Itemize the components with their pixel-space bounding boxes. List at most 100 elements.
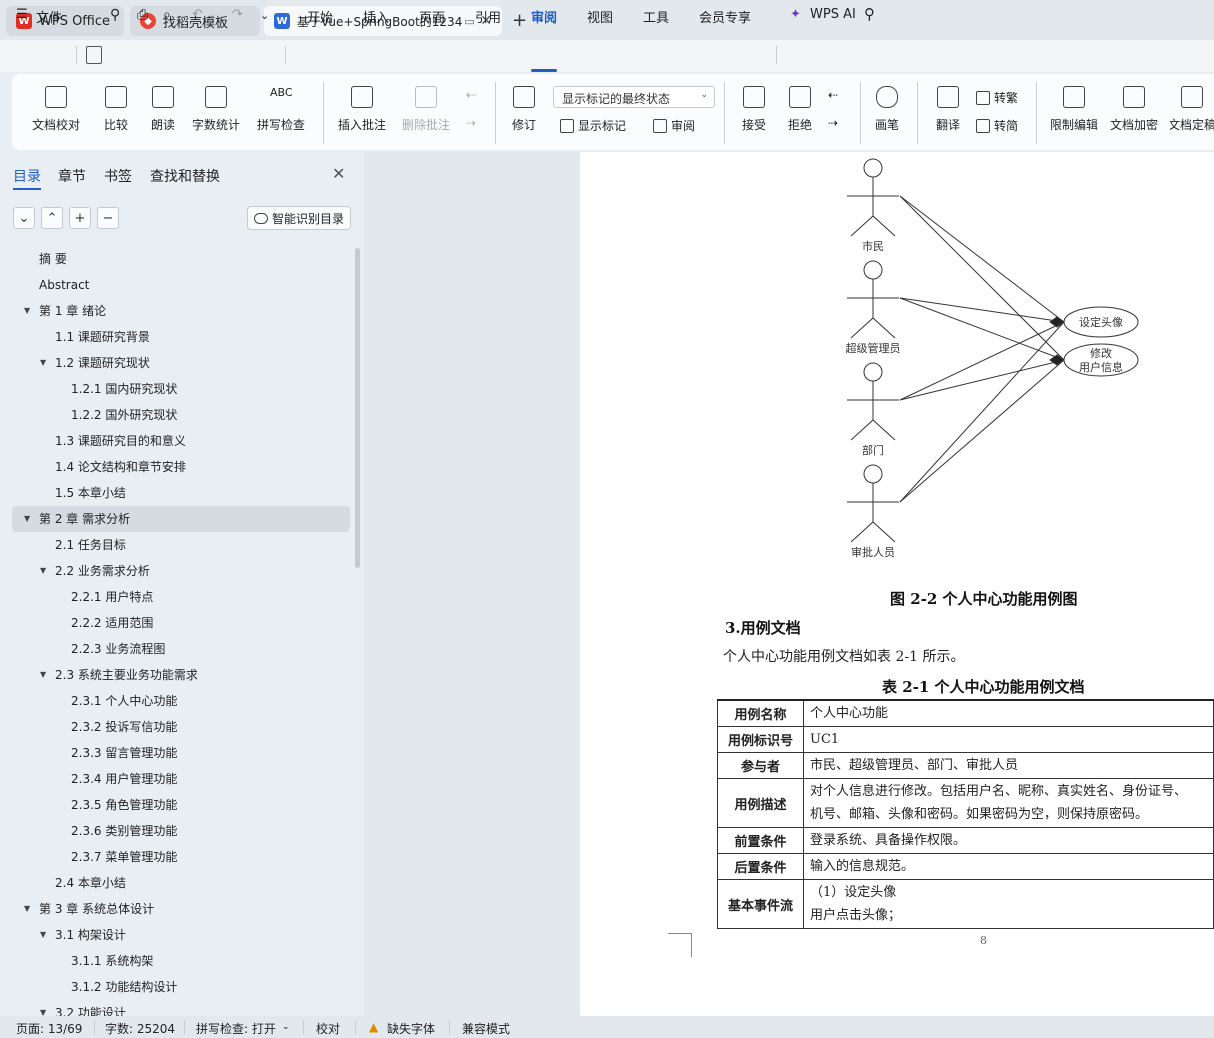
compare-button[interactable]: 比较 bbox=[98, 86, 134, 133]
scrollbar[interactable] bbox=[355, 248, 360, 568]
reject-button[interactable]: 拒绝 bbox=[782, 86, 818, 133]
word-count-button[interactable]: 字数统计 bbox=[190, 86, 242, 133]
tab-sections[interactable]: 章节 bbox=[58, 166, 86, 186]
collapse-up-button[interactable]: ⌃ bbox=[41, 207, 63, 229]
search-icon[interactable]: ⚲ bbox=[864, 5, 875, 23]
smart-toc-button[interactable]: 智能识别目录 bbox=[247, 206, 351, 230]
menu-tools[interactable]: 工具 bbox=[643, 7, 669, 26]
toc-item[interactable]: 2.2.2 适用范围 bbox=[0, 610, 352, 636]
toc-item[interactable]: Abstract bbox=[0, 272, 352, 298]
word-count-indicator[interactable]: 字数: 25204 bbox=[105, 1020, 175, 1037]
read-aloud-button[interactable]: 朗读 bbox=[148, 86, 178, 133]
missing-font-status[interactable]: 缺失字体 bbox=[387, 1020, 435, 1037]
remove-level-button[interactable]: − bbox=[97, 207, 119, 229]
expand-down-button[interactable]: ⌄ bbox=[13, 207, 35, 229]
menu-wps-ai[interactable]: WPS AI bbox=[810, 7, 856, 22]
page-indicator[interactable]: 页面: 13/69 bbox=[16, 1020, 82, 1037]
finalize-button[interactable]: 文档定稿 bbox=[1170, 86, 1214, 133]
track-changes-button[interactable]: 修订 bbox=[506, 86, 542, 133]
share-icon[interactable]: ⚲ bbox=[110, 7, 120, 23]
menu-member[interactable]: 会员专享 bbox=[699, 7, 751, 26]
toc-item[interactable]: ▼ 2.2 业务需求分析 bbox=[0, 558, 352, 584]
toc-item[interactable]: 2.1 任务目标 bbox=[0, 532, 352, 558]
spell-check-button[interactable]: ABC 拼写检查 bbox=[250, 86, 312, 133]
insert-comment-button[interactable]: 插入批注 bbox=[336, 86, 388, 133]
chevron-down-icon[interactable]: ⌄ bbox=[260, 9, 269, 22]
chevron-down-icon[interactable]: ⌄ bbox=[282, 1022, 290, 1032]
toc-item[interactable]: 2.3.1 个人中心功能 bbox=[0, 688, 352, 714]
doc-check-button[interactable]: 文档校对 bbox=[28, 86, 84, 133]
new-tab-icon[interactable]: + bbox=[512, 10, 527, 31]
toc-item[interactable]: 3.1.1 系统构架 bbox=[0, 948, 352, 974]
toc-item[interactable]: 2.3.4 用户管理功能 bbox=[0, 766, 352, 792]
toc-item[interactable]: 2.2.1 用户特点 bbox=[0, 584, 352, 610]
spell-check-status[interactable]: 拼写检查: 打开 bbox=[196, 1020, 276, 1037]
toc-item[interactable]: 1.5 本章小结 bbox=[0, 480, 352, 506]
menu-view[interactable]: 视图 bbox=[587, 7, 613, 26]
toc-item[interactable]: 2.3.3 留言管理功能 bbox=[0, 740, 352, 766]
convert-simplified-button[interactable]: 转简 bbox=[976, 117, 1018, 134]
add-level-button[interactable]: + bbox=[69, 207, 91, 229]
save-icon[interactable] bbox=[86, 46, 102, 64]
toc-item[interactable]: ▼ 2.3 系统主要业务功能需求 bbox=[0, 662, 352, 688]
undo-icon[interactable]: ↶ bbox=[192, 7, 203, 22]
toc-item[interactable]: ▼ 3.1 构架设计 bbox=[0, 922, 352, 948]
translate-button[interactable]: 翻译 bbox=[930, 86, 966, 133]
toc-item[interactable]: 1.4 论文结构和章节安排 bbox=[0, 454, 352, 480]
toc-item[interactable]: 1.3 课题研究目的和意义 bbox=[0, 428, 352, 454]
toc-item[interactable]: 3.1.2 功能结构设计 bbox=[0, 974, 352, 1000]
restrict-edit-button[interactable]: 限制编辑 bbox=[1048, 86, 1100, 133]
toc-item[interactable]: 摘 要 bbox=[0, 246, 352, 272]
tab-bookmarks[interactable]: 书签 bbox=[104, 166, 132, 186]
toc-item[interactable]: 2.2.3 业务流程图 bbox=[0, 636, 352, 662]
menu-page[interactable]: 页面 bbox=[419, 7, 445, 26]
wps-ai-icon[interactable]: ✦ bbox=[790, 7, 801, 22]
expand-arrow-icon[interactable]: ▼ bbox=[24, 298, 30, 324]
prev-comment-icon[interactable]: ⇠ bbox=[466, 88, 476, 102]
expand-arrow-icon[interactable]: ▼ bbox=[40, 558, 46, 584]
tab-toc[interactable]: 目录 bbox=[13, 166, 41, 186]
toc-item[interactable]: 1.1 课题研究背景 bbox=[0, 324, 352, 350]
toc-item[interactable]: 2.4 本章小结 bbox=[0, 870, 352, 896]
delete-comment-button[interactable]: 删除批注 bbox=[396, 86, 456, 133]
menu-reference[interactable]: 引用 bbox=[475, 7, 501, 26]
convert-traditional-button[interactable]: 转繁 bbox=[976, 89, 1018, 106]
toc-item[interactable]: ▼ 1.2 课题研究现状 bbox=[0, 350, 352, 376]
toc-item[interactable]: 1.2.1 国内研究现状 bbox=[0, 376, 352, 402]
redo-icon[interactable]: ↷ bbox=[232, 7, 243, 22]
prev-change-icon[interactable]: ⇠ bbox=[828, 88, 838, 102]
print-preview-icon[interactable]: ⌕ bbox=[163, 7, 171, 23]
toc-item[interactable]: 2.3.6 类别管理功能 bbox=[0, 818, 352, 844]
expand-arrow-icon[interactable]: ▼ bbox=[40, 350, 46, 376]
menu-review[interactable]: 审阅 bbox=[531, 7, 557, 26]
toc-item[interactable]: 1.2.2 国外研究现状 bbox=[0, 402, 352, 428]
display-state-select[interactable]: 显示标记的最终状态 ⌄ bbox=[553, 86, 715, 108]
monitor-icon[interactable]: ▭ bbox=[464, 15, 474, 28]
accept-button[interactable]: 接受 bbox=[736, 86, 772, 133]
next-comment-icon[interactable]: ⇢ bbox=[466, 116, 476, 130]
toc-item[interactable]: 2.3.7 菜单管理功能 bbox=[0, 844, 352, 870]
review-pane-button[interactable]: 审阅 bbox=[653, 117, 695, 134]
close-icon[interactable]: ✕ bbox=[332, 164, 345, 183]
expand-arrow-icon[interactable]: ▼ bbox=[24, 506, 30, 532]
encrypt-button[interactable]: 文档加密 bbox=[1108, 86, 1160, 133]
proofread-status[interactable]: 校对 bbox=[316, 1020, 340, 1037]
toc-item[interactable]: ▼ 第 3 章 系统总体设计 bbox=[0, 896, 352, 922]
expand-arrow-icon[interactable]: ▼ bbox=[40, 662, 46, 688]
toc-item[interactable]: 2.3.2 投诉写信功能 bbox=[0, 714, 352, 740]
pen-button[interactable]: 画笔 bbox=[872, 86, 902, 133]
expand-arrow-icon[interactable]: ▼ bbox=[24, 896, 30, 922]
chevron-down-icon[interactable]: ⌄ bbox=[208, 10, 216, 21]
hamburger-icon[interactable]: ☰ bbox=[16, 7, 28, 22]
menu-insert[interactable]: 插入 bbox=[363, 7, 389, 26]
print-icon[interactable]: ⎙ bbox=[137, 7, 148, 23]
next-change-icon[interactable]: ⇢ bbox=[828, 116, 838, 130]
toc-item[interactable]: ▼ 第 1 章 绪论 bbox=[0, 298, 352, 324]
menu-file[interactable]: 文件 bbox=[36, 7, 62, 26]
show-markup-button[interactable]: 显示标记 bbox=[560, 117, 626, 134]
menu-home[interactable]: 开始 bbox=[307, 7, 333, 26]
toc-item[interactable]: 2.3.5 角色管理功能 bbox=[0, 792, 352, 818]
toc-item[interactable]: ▼ 第 2 章 需求分析 bbox=[12, 506, 350, 532]
expand-arrow-icon[interactable]: ▼ bbox=[40, 922, 46, 948]
tab-find-replace[interactable]: 查找和替换 bbox=[150, 166, 220, 186]
